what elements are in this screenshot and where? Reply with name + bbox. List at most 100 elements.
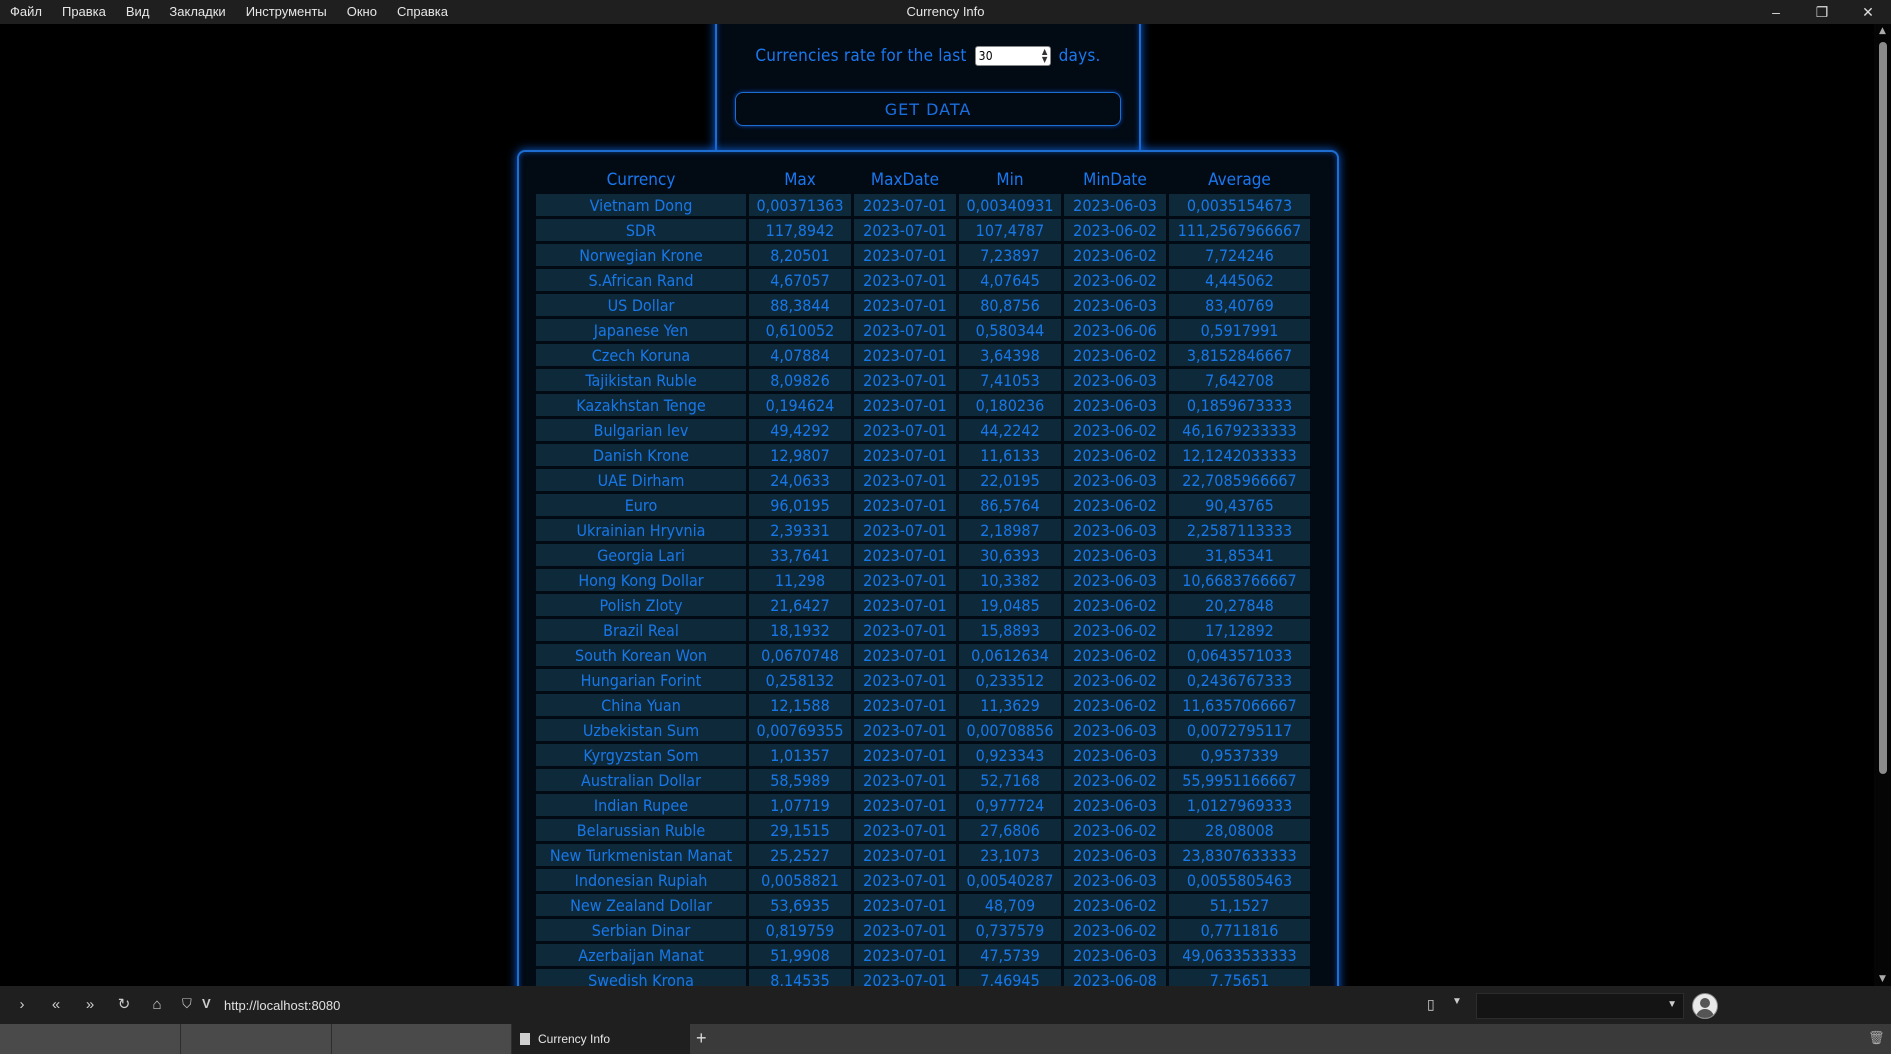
table-cell: Indian Rupee: [536, 794, 746, 816]
table-row: Indian Rupee 1,07719 2023-07-01 0,977724 202…: [536, 794, 1310, 816]
table-cell: Czech Koruna: [536, 344, 746, 366]
forward-panel-icon[interactable]: ›: [11, 995, 33, 1015]
table-cell: 0,00371363: [749, 194, 851, 216]
table-row: Ukrainian Hryvnia 2,39331 2023-07-01 2,1898…: [536, 519, 1310, 541]
address-field[interactable]: http://localhost:8080: [224, 998, 340, 1013]
table-cell: 47,5739: [959, 944, 1061, 966]
get-data-button[interactable]: GET DATA: [735, 92, 1121, 126]
table-cell: 2023-07-01: [854, 569, 956, 591]
table-cell: China Yuan: [536, 694, 746, 716]
scroll-up-icon[interactable]: ▲: [1874, 24, 1891, 38]
bookmark-icon[interactable]: ▯: [1427, 996, 1435, 1013]
table-cell: 2023-07-01: [854, 594, 956, 616]
table-cell: 0,819759: [749, 919, 851, 941]
rewind-icon[interactable]: «: [45, 995, 67, 1015]
table-row: Vietnam Dong 0,00371363 2023-07-01 0,003409…: [536, 194, 1310, 216]
table-row: Danish Krone 12,9807 2023-07-01 11,6133 2023…: [536, 444, 1310, 466]
table-cell: 29,1515: [749, 819, 851, 841]
new-tab-button[interactable]: +: [696, 1028, 707, 1049]
table-cell: 2023-06-02: [1064, 219, 1166, 241]
table-cell: 7,724246: [1169, 244, 1310, 266]
close-button[interactable]: ✕: [1845, 0, 1891, 24]
profile-icon[interactable]: [1692, 993, 1718, 1019]
table-cell: 2023-06-02: [1064, 419, 1166, 441]
tab-placeholder[interactable]: [332, 1024, 512, 1054]
vertical-scrollbar[interactable]: ▲ ▼: [1874, 24, 1891, 986]
table-cell: 4,07645: [959, 269, 1061, 291]
table-cell: 33,7641: [749, 544, 851, 566]
table-row: Euro 96,0195 2023-07-01 86,5764 2023-06-02 90…: [536, 494, 1310, 516]
rate-prefix-label: Currencies rate for the last: [755, 46, 967, 66]
table-cell: 2023-07-01: [854, 744, 956, 766]
menu-tools[interactable]: Инструменты: [236, 0, 337, 24]
menu-window[interactable]: Окно: [337, 0, 387, 24]
table-cell: 2023-06-08: [1064, 969, 1166, 986]
table-cell: 0,00540287: [959, 869, 1061, 891]
home-icon[interactable]: ⌂: [146, 995, 168, 1015]
tab-currency-info[interactable]: Currency Info: [512, 1024, 690, 1054]
menu-edit[interactable]: Правка: [52, 0, 116, 24]
table-cell: 25,2527: [749, 844, 851, 866]
table-cell: 11,3629: [959, 694, 1061, 716]
table-row: New Turkmenistan Manat 25,2527 2023-07-01 2…: [536, 844, 1310, 866]
search-dropdown[interactable]: ▼: [1476, 993, 1684, 1019]
table-cell: 2023-07-01: [854, 194, 956, 216]
tab-placeholder[interactable]: [0, 1024, 181, 1054]
table-cell: 23,1073: [959, 844, 1061, 866]
table-cell: 2023-06-02: [1064, 919, 1166, 941]
table-row: UAE Dirham 24,0633 2023-07-01 22,0195 2023-0…: [536, 469, 1310, 491]
scroll-down-icon[interactable]: ▼: [1874, 972, 1891, 986]
table-cell: 2023-06-03: [1064, 519, 1166, 541]
table-row: Uzbekistan Sum 0,00769355 2023-07-01 0,0070…: [536, 719, 1310, 741]
table-cell: 0,180236: [959, 394, 1061, 416]
table-row: Australian Dollar 58,5989 2023-07-01 52,716…: [536, 769, 1310, 791]
table-cell: 12,1242033333: [1169, 444, 1310, 466]
table-cell: 2023-06-02: [1064, 669, 1166, 691]
table-cell: 52,7168: [959, 769, 1061, 791]
table-row: South Korean Won 0,0670748 2023-07-01 0,061…: [536, 644, 1310, 666]
table-cell: 18,1932: [749, 619, 851, 641]
trash-icon[interactable]: 🗑: [1868, 1030, 1885, 1046]
table-cell: 51,1527: [1169, 894, 1310, 916]
menu-file[interactable]: Файл: [0, 0, 52, 24]
table-cell: 0,737579: [959, 919, 1061, 941]
menu-bookmarks[interactable]: Закладки: [159, 0, 235, 24]
table-cell: 2023-07-01: [854, 644, 956, 666]
table-cell: 44,2242: [959, 419, 1061, 441]
minimize-button[interactable]: –: [1753, 0, 1799, 24]
menu-view[interactable]: Вид: [116, 0, 160, 24]
scrollbar-thumb[interactable]: [1879, 42, 1887, 774]
table-cell: SDR: [536, 219, 746, 241]
table-cell: 0,00340931: [959, 194, 1061, 216]
table-cell: 7,75651: [1169, 969, 1310, 986]
table-cell: 2023-06-02: [1064, 494, 1166, 516]
table-cell: Kazakhstan Tenge: [536, 394, 746, 416]
table-cell: 11,6133: [959, 444, 1061, 466]
fast-forward-icon[interactable]: »: [79, 995, 101, 1015]
table-cell: S.African Rand: [536, 269, 746, 291]
table-cell: 2023-07-01: [854, 294, 956, 316]
days-input[interactable]: 30 ▲ ▼: [974, 46, 1051, 66]
table-cell: 2023-06-03: [1064, 469, 1166, 491]
tab-placeholder[interactable]: [181, 1024, 332, 1054]
bookmark-dropdown-icon[interactable]: ▼: [1452, 996, 1462, 1007]
table-cell: 2023-07-01: [854, 919, 956, 941]
v-icon[interactable]: V: [202, 996, 211, 1011]
table-cell: 10,6683766667: [1169, 569, 1310, 591]
days-spinner-icon[interactable]: ▲ ▼: [1042, 48, 1048, 64]
table-cell: 2023-06-02: [1064, 694, 1166, 716]
table-cell: 1,07719: [749, 794, 851, 816]
page-icon: [520, 1033, 530, 1045]
table-cell: 58,5989: [749, 769, 851, 791]
table-cell: 21,6427: [749, 594, 851, 616]
table-cell: 2023-07-01: [854, 519, 956, 541]
table-cell: 2023-07-01: [854, 719, 956, 741]
restore-button[interactable]: ❐: [1799, 0, 1845, 24]
table-cell: 2023-06-02: [1064, 594, 1166, 616]
shield-icon[interactable]: ⛉: [182, 996, 192, 1012]
menu-help[interactable]: Справка: [387, 0, 458, 24]
table-cell: 2023-06-03: [1064, 794, 1166, 816]
navigation-bar: › « » ↻ ⌂ ⛉ V http://localhost:8080 ▯ ▼ …: [0, 986, 1891, 1024]
reload-icon[interactable]: ↻: [113, 995, 135, 1015]
table-cell: Brazil Real: [536, 619, 746, 641]
